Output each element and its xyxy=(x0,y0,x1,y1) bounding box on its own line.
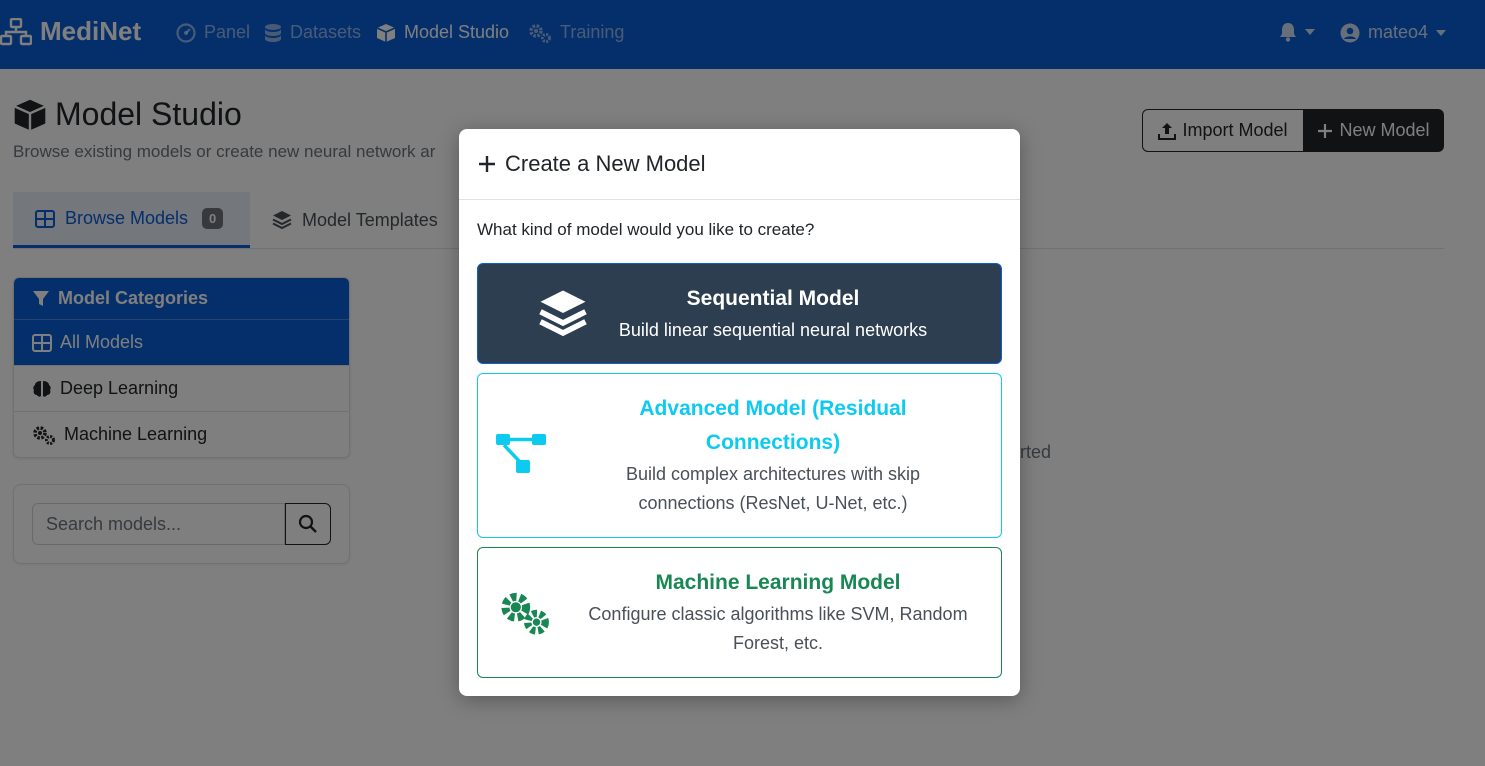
sequential-option-title: Sequential Model xyxy=(686,287,860,310)
ml-option-desc-line1: Configure classic algorithms like SVM, R… xyxy=(588,604,968,624)
advanced-option-text: Advanced Model (Residual Connections) Bu… xyxy=(588,392,958,518)
advanced-option-title-line1: Advanced Model (Residual xyxy=(639,397,907,420)
advanced-option-desc-line1: Build complex architectures with skip xyxy=(625,464,921,484)
modal-question: What kind of model would you like to cre… xyxy=(477,220,815,239)
layers-icon xyxy=(539,290,587,337)
project-diagram-icon xyxy=(496,434,546,473)
plus-icon xyxy=(479,156,495,172)
sequential-option-desc: Build linear sequential neural networks xyxy=(618,320,928,340)
ml-option-text: Machine Learning Model Configure classic… xyxy=(568,566,988,658)
advanced-option-title-line2: Connections) xyxy=(705,431,841,454)
ml-option-title: Machine Learning Model xyxy=(655,571,901,594)
ml-option-desc-line2: Forest, etc. xyxy=(732,633,824,653)
modal-header: Create a New Model xyxy=(459,129,1020,200)
machine-learning-model-option[interactable]: Machine Learning Model Configure classic… xyxy=(477,547,1002,678)
sequential-model-option[interactable]: Sequential Model Build linear sequential… xyxy=(477,263,1002,364)
advanced-model-option[interactable]: Advanced Model (Residual Connections) Bu… xyxy=(477,373,1002,538)
cogs-icon xyxy=(501,592,549,635)
create-model-modal: Create a New Model What kind of model wo… xyxy=(459,129,1020,696)
modal-title: Create a New Model xyxy=(505,151,706,176)
sequential-option-text: Sequential Model Build linear sequential… xyxy=(598,282,948,345)
advanced-option-desc-line2: connections (ResNet, U-Net, etc.) xyxy=(638,493,908,513)
